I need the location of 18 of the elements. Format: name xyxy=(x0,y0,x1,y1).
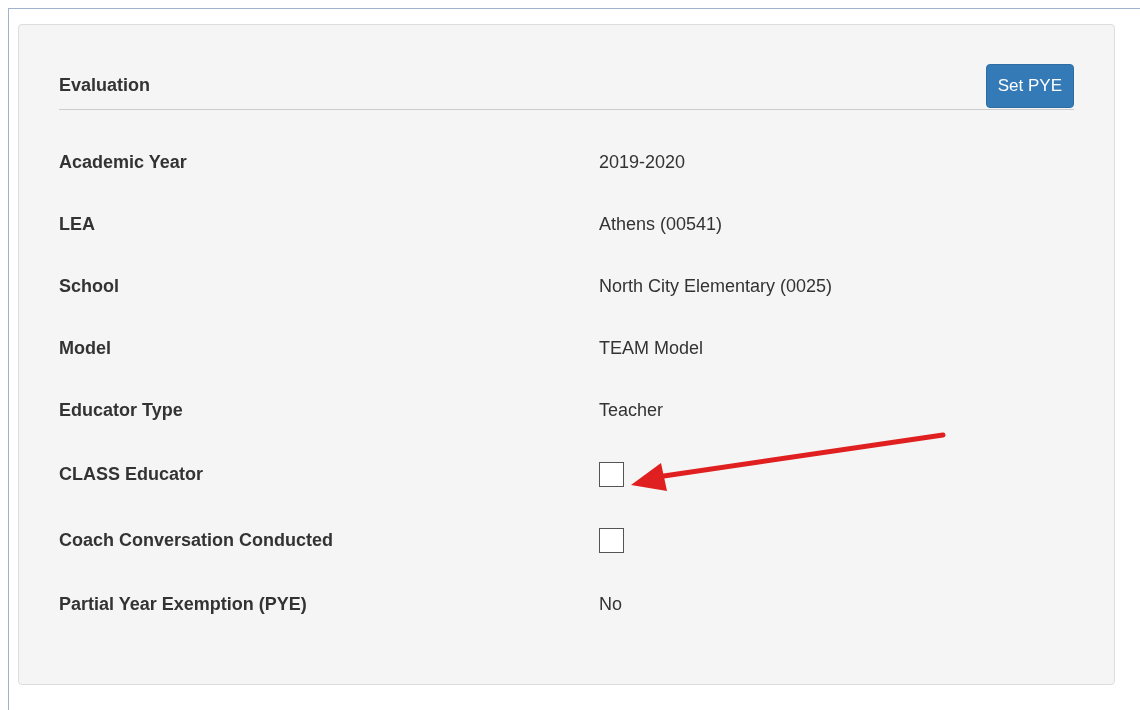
field-label: CLASS Educator xyxy=(59,462,205,486)
checkbox[interactable] xyxy=(599,461,624,487)
field-value: 2019-2020 xyxy=(599,150,686,174)
field-value: Teacher xyxy=(599,398,664,422)
field-value: North City Elementary (0025) xyxy=(599,274,833,298)
field-label: LEA xyxy=(59,212,96,236)
field-label: Partial Year Exemption (PYE) xyxy=(59,592,308,616)
field-label: Coach Conversation Conducted xyxy=(59,528,335,552)
field-label: Academic Year xyxy=(59,150,188,174)
checkbox[interactable] xyxy=(599,527,624,553)
field-value: No xyxy=(599,592,622,616)
field-value: Athens (00541) xyxy=(599,212,723,236)
field-label: Educator Type xyxy=(59,398,184,422)
field-value: TEAM Model xyxy=(599,336,704,360)
set-pye-button[interactable]: Set PYE xyxy=(985,63,1074,108)
panel-title: Evaluation xyxy=(59,74,151,97)
field-label: Model xyxy=(59,336,112,360)
field-label: School xyxy=(59,274,120,298)
